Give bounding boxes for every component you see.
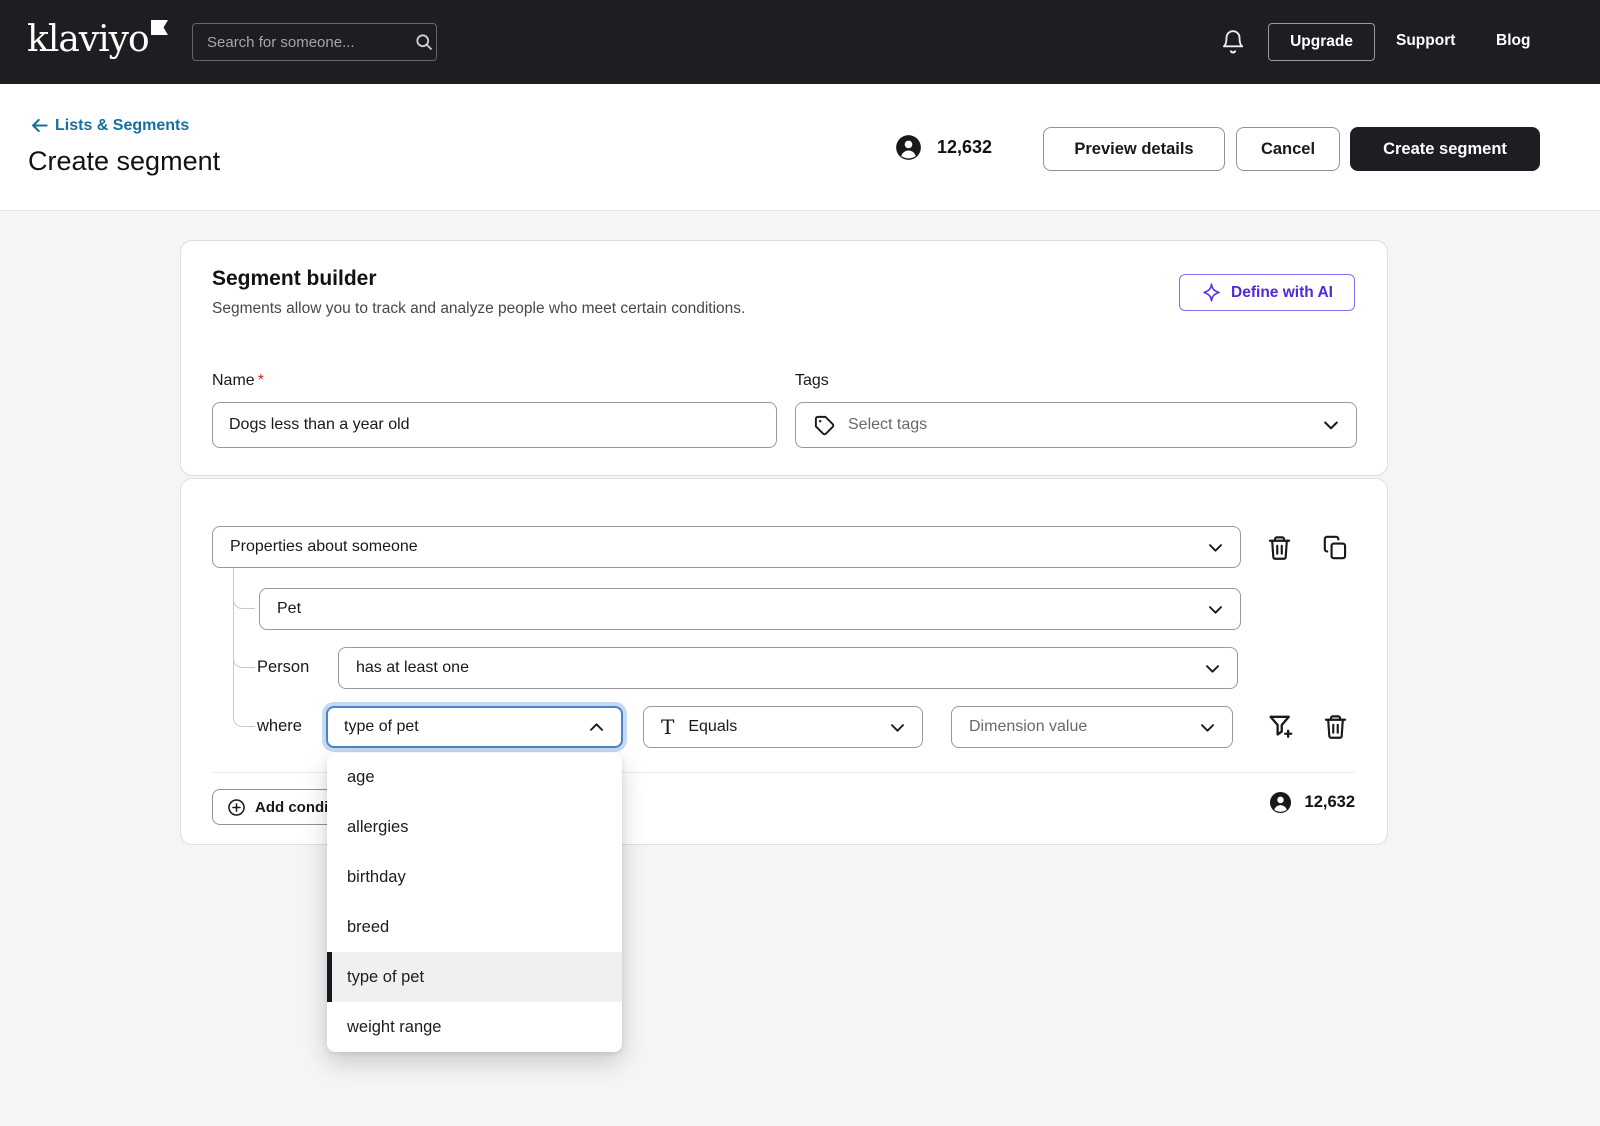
chevron-down-icon [1321, 415, 1341, 435]
profile-count-value: 12,632 [937, 137, 992, 158]
tag-icon [813, 414, 836, 437]
segment-builder-subtitle: Segments allow you to track and analyze … [212, 300, 745, 318]
copy-icon[interactable] [1320, 532, 1350, 562]
condition-count-value: 12,632 [1305, 793, 1355, 812]
trash-icon[interactable] [1264, 532, 1294, 562]
klaviyo-logo[interactable]: klaviyo [27, 18, 168, 62]
profile-count-icon [895, 134, 922, 161]
top-navbar: klaviyo Upgrade Support Blog [0, 0, 1600, 84]
chevron-down-icon [1206, 538, 1225, 557]
chevron-down-icon [1206, 600, 1225, 619]
profile-count-icon [1269, 791, 1292, 814]
condition-category-select[interactable]: Properties about someone [212, 526, 1241, 568]
condition-property-select[interactable]: Pet [259, 588, 1241, 630]
tags-placeholder: Select tags [848, 416, 1309, 434]
dropdown-option-birthday[interactable]: birthday [327, 853, 622, 903]
segment-name-input[interactable] [212, 402, 777, 448]
search-input[interactable] [193, 34, 414, 51]
dimension-select[interactable]: type of pet [326, 706, 623, 748]
trash-icon[interactable] [1320, 711, 1350, 741]
chevron-up-icon [587, 718, 606, 737]
text-type-icon: T [661, 715, 674, 739]
tags-label: Tags [795, 372, 829, 390]
sparkle-icon [1201, 282, 1222, 303]
tree-connector [233, 568, 255, 727]
brand-flag-icon [151, 20, 168, 35]
dropdown-option-age[interactable]: age [327, 753, 622, 803]
name-label: Name* [212, 372, 264, 390]
quantifier-select[interactable]: has at least one [338, 647, 1238, 689]
cancel-button[interactable]: Cancel [1236, 127, 1340, 171]
brand-wordmark: klaviyo [27, 18, 149, 62]
dimension-value-select[interactable]: Dimension value [951, 706, 1233, 748]
chevron-down-icon [888, 718, 907, 737]
breadcrumb-label: Lists & Segments [55, 117, 189, 135]
plus-circle-icon [227, 798, 246, 817]
chevron-down-icon [1198, 718, 1217, 737]
create-segment-button[interactable]: Create segment [1350, 127, 1540, 171]
global-search [192, 23, 437, 61]
define-with-ai-button[interactable]: Define with AI [1179, 274, 1355, 311]
breadcrumb[interactable]: Lists & Segments [30, 116, 189, 135]
segment-builder-title: Segment builder [212, 267, 377, 291]
person-label: Person [257, 658, 309, 677]
bell-icon[interactable] [1220, 29, 1246, 55]
dropdown-option-allergies[interactable]: allergies [327, 803, 622, 853]
search-icon[interactable] [414, 32, 434, 52]
upgrade-button[interactable]: Upgrade [1268, 23, 1375, 61]
profile-count: 12,632 [895, 134, 992, 161]
back-arrow-icon [30, 116, 49, 135]
dimension-dropdown: age allergies birthday breed type of pet… [327, 753, 622, 1052]
dropdown-option-type-of-pet[interactable]: type of pet [327, 952, 622, 1002]
chevron-down-icon [1203, 659, 1222, 678]
where-label: where [257, 717, 302, 736]
tags-select[interactable]: Select tags [795, 402, 1357, 448]
preview-details-button[interactable]: Preview details [1043, 127, 1225, 171]
dropdown-option-weight-range[interactable]: weight range [327, 1002, 622, 1052]
dropdown-option-breed[interactable]: breed [327, 902, 622, 952]
condition-profile-count: 12,632 [1269, 791, 1355, 814]
blog-link[interactable]: Blog [1496, 32, 1530, 50]
page-header: Lists & Segments Create segment 12,632 P… [0, 84, 1600, 211]
page-title: Create segment [28, 146, 220, 177]
required-mark: * [258, 372, 264, 389]
define-with-ai-label: Define with AI [1231, 284, 1333, 302]
filter-plus-icon[interactable] [1266, 711, 1296, 741]
support-link[interactable]: Support [1396, 32, 1455, 50]
operator-select[interactable]: T Equals [643, 706, 923, 748]
segment-builder-card: Segment builder Segments allow you to tr… [180, 240, 1388, 476]
